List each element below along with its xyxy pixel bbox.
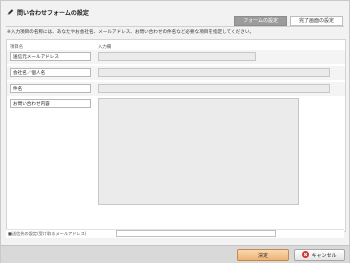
tab-completion-settings[interactable]: 完了画面の設定: [289, 16, 343, 26]
ok-button[interactable]: 決定: [237, 249, 289, 261]
close-icon: [302, 251, 310, 258]
divider: [6, 26, 344, 27]
field-input-sender-email[interactable]: [98, 52, 256, 61]
pencil-icon: [7, 9, 14, 15]
tab-form-settings[interactable]: フォームの設定: [234, 16, 287, 26]
cancel-button[interactable]: キャンセル: [294, 249, 345, 261]
recipient-email-input[interactable]: [116, 230, 276, 237]
email-settings-row: ■送信先の設定(受け取るメールアドレス): [6, 229, 344, 238]
field-label-sender-email[interactable]: 送信元メールアドレス: [10, 52, 91, 61]
field-input-company-name[interactable]: [98, 68, 330, 77]
tab-bar: フォームの設定 完了画面の設定: [231, 16, 343, 26]
field-label-company-name[interactable]: 会社名／個人名: [10, 68, 91, 77]
field-label-subject[interactable]: 件名: [10, 84, 91, 93]
button-bar: 決定 キャンセル: [1, 245, 349, 263]
settings-dialog: 問い合わせフォームの設定 フォームの設定 完了画面の設定 ※入力項目の名称には、…: [0, 0, 350, 263]
title-row: 問い合わせフォームの設定: [7, 6, 89, 18]
email-settings-label: ■送信先の設定(受け取るメールアドレス): [8, 231, 87, 236]
form-panel: 項目名 入力欄 送信元メールアドレス 会社名／個人名 件名 お問い合わせ内容: [6, 39, 346, 232]
description-text: ※入力項目の名称には、あなたやお会社名、メールアドレス、お問い合わせの件名など必…: [7, 30, 255, 35]
field-input-subject[interactable]: [98, 84, 330, 93]
page-title: 問い合わせフォームの設定: [17, 9, 89, 17]
field-label-inquiry[interactable]: お問い合わせ内容: [10, 99, 91, 108]
field-input-inquiry[interactable]: [98, 98, 299, 205]
cancel-label: キャンセル: [311, 253, 337, 259]
